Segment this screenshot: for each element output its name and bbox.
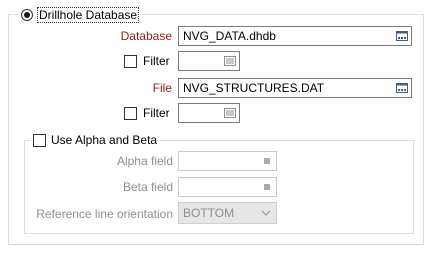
file-label: File bbox=[152, 81, 172, 95]
drillhole-database-option[interactable]: Drillhole Database bbox=[18, 6, 143, 24]
alpha-field-input[interactable] bbox=[179, 152, 259, 170]
file-filter-checkbox[interactable] bbox=[124, 107, 137, 120]
alpha-field[interactable] bbox=[178, 151, 277, 171]
database-filter-checkbox[interactable] bbox=[124, 55, 137, 68]
alpha-beta-label: Use Alpha and Beta bbox=[51, 133, 158, 147]
browse-icon[interactable] bbox=[394, 80, 410, 96]
alpha-beta-option[interactable]: Use Alpha and Beta bbox=[30, 132, 161, 148]
alpha-beta-checkbox[interactable] bbox=[33, 133, 46, 147]
database-filter-field[interactable] bbox=[178, 51, 240, 71]
reference-line-orientation-value: BOTTOM bbox=[183, 206, 235, 220]
filter-list-icon[interactable] bbox=[222, 53, 238, 69]
drillhole-database-label[interactable]: Drillhole Database bbox=[37, 7, 140, 23]
reference-line-orientation-select[interactable]: BOTTOM bbox=[178, 202, 277, 224]
file-filter-field[interactable] bbox=[178, 103, 240, 123]
file-filter-label: Filter bbox=[143, 106, 170, 120]
filter-list-icon[interactable] bbox=[222, 105, 238, 121]
reference-line-orientation-label: Reference line orientation bbox=[36, 207, 173, 221]
drillhole-options-panel: Drillhole Database Database Filter bbox=[0, 0, 433, 256]
database-field[interactable] bbox=[178, 26, 412, 46]
field-list-icon[interactable] bbox=[259, 153, 275, 169]
browse-icon[interactable] bbox=[394, 28, 410, 44]
file-filter-input[interactable] bbox=[179, 104, 221, 122]
radio-selected-dot bbox=[24, 12, 30, 18]
field-list-icon[interactable] bbox=[259, 179, 275, 195]
chevron-down-icon[interactable] bbox=[260, 207, 272, 219]
database-label: Database bbox=[120, 29, 172, 43]
beta-field-input[interactable] bbox=[179, 178, 259, 196]
database-filter-label: Filter bbox=[143, 54, 170, 68]
file-input[interactable] bbox=[179, 79, 393, 97]
file-field[interactable] bbox=[178, 78, 412, 98]
beta-field-label: Beta field bbox=[122, 180, 173, 194]
database-input[interactable] bbox=[179, 27, 393, 45]
alpha-field-label: Alpha field bbox=[116, 154, 173, 168]
beta-field[interactable] bbox=[178, 177, 277, 197]
drillhole-database-radio[interactable] bbox=[21, 9, 33, 21]
database-filter-input[interactable] bbox=[179, 52, 221, 70]
